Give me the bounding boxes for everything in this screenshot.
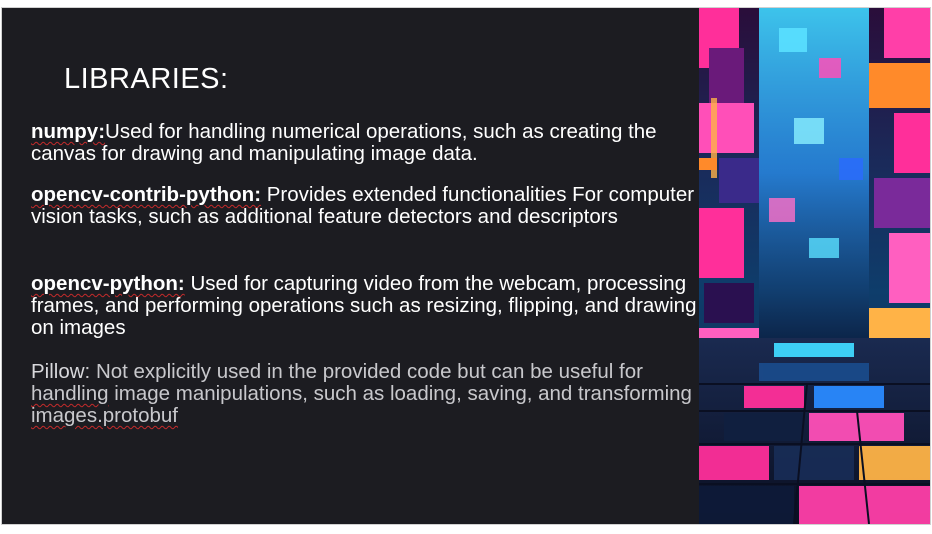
library-description-pillow-part-2: image manipulations, such as loading, sa…: [108, 382, 692, 405]
library-opencv-contrib-paragraph[interactable]: opencv-contrib-python: Provides extended…: [31, 184, 703, 228]
slide[interactable]: LIBRARIES: numpy:Used for handling numer…: [2, 8, 930, 524]
neon-art-svg: [699, 8, 930, 524]
library-name-numpy: numpy:: [31, 120, 106, 143]
spellcheck-word-images-protobuf: images.protobuf: [31, 404, 179, 427]
spellcheck-word-handling: handling: [31, 382, 109, 405]
library-description-numpy: Used for handling numerical operations, …: [31, 120, 657, 165]
library-numpy-paragraph[interactable]: numpy:Used for handling numerical operat…: [31, 121, 703, 165]
library-opencv-python-paragraph[interactable]: opencv-python: Used for capturing video …: [31, 273, 703, 339]
slide-canvas: LIBRARIES: numpy:Used for handling numer…: [0, 0, 932, 534]
library-name-pillow: Pillow: [31, 360, 85, 383]
slide-title[interactable]: LIBRARIES:: [64, 63, 229, 96]
library-description-pillow-part-1: : Not explicitly used in the provided co…: [84, 360, 643, 383]
library-pillow-paragraph[interactable]: Pillow: Not explicitly used in the provi…: [31, 361, 703, 427]
library-name-opencv-python: opencv-python:: [31, 272, 185, 295]
neon-cube-corridor-image[interactable]: [699, 8, 930, 524]
library-name-opencv-contrib-python: opencv-contrib-python:: [31, 183, 262, 206]
